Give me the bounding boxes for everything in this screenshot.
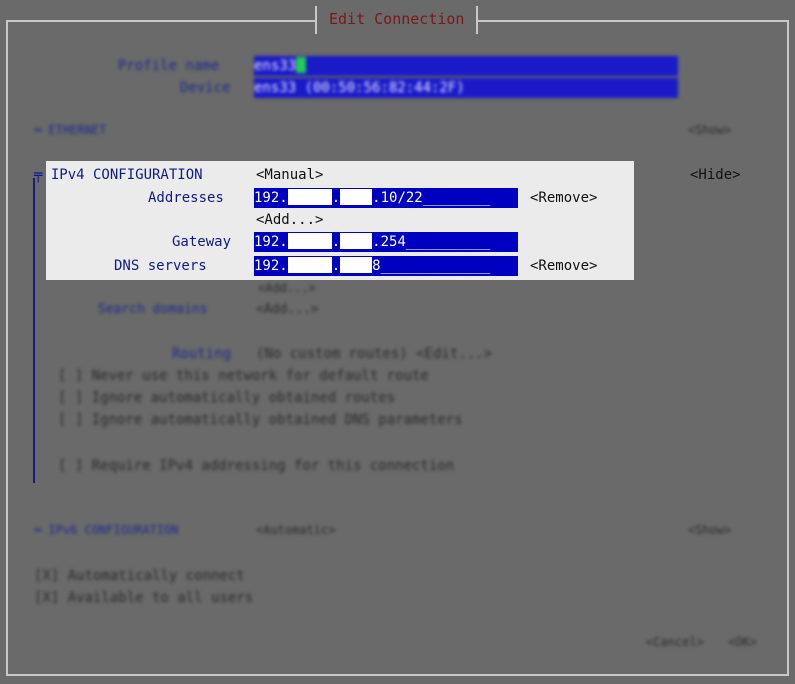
ok-button[interactable]: <OK> — [728, 632, 757, 652]
cancel-button[interactable]: <Cancel> — [646, 632, 704, 652]
title-box: Edit Connection — [315, 6, 479, 34]
ipv4-section-label[interactable]: ╤ IPv4 CONFIGURATION — [34, 165, 203, 185]
search-domains-label: Search domains — [98, 302, 208, 317]
redacted-octet — [287, 189, 332, 205]
dns-add-button[interactable]: <Add...> — [258, 278, 316, 298]
redacted-octet — [340, 257, 373, 273]
address-add-button[interactable]: <Add...> — [256, 210, 323, 230]
addresses-label: Addresses — [148, 190, 224, 206]
redacted-octet — [340, 233, 373, 249]
auto-connect-checkbox[interactable]: [X] Automatically connect — [34, 566, 245, 586]
profile-name-field[interactable]: ens33 — [254, 56, 678, 76]
redacted-octet — [287, 233, 332, 249]
dialog-title: Edit Connection — [329, 10, 465, 28]
never-default-checkbox[interactable]: [ ] Never use this network for default r… — [58, 366, 429, 386]
require-ipv4-checkbox[interactable]: [ ] Require IPv4 addressing for this con… — [58, 456, 454, 476]
address-remove-button[interactable]: <Remove> — [530, 188, 597, 208]
address-field[interactable]: 192.. .10/22________ — [254, 188, 518, 208]
ignore-routes-checkbox[interactable]: [ ] Ignore automatically obtained routes — [58, 388, 395, 408]
all-users-checkbox[interactable]: [X] Available to all users — [34, 588, 253, 608]
ipv4-section-line — [33, 178, 35, 483]
ipv6-mode-select[interactable]: <Automatic> — [256, 520, 335, 540]
device-field[interactable]: ens33 (00:50:56:82:44:2F) — [254, 78, 678, 98]
redacted-octet — [287, 257, 332, 273]
search-domains-add-button[interactable]: <Add...> — [256, 300, 319, 320]
ipv4-hide-button[interactable]: <Hide> — [690, 165, 741, 185]
dns-servers-label: DNS servers — [114, 258, 207, 274]
routing-edit-button[interactable]: (No custom routes) <Edit...> — [256, 344, 492, 364]
dns-remove-button[interactable]: <Remove> — [530, 256, 597, 276]
gateway-label: Gateway — [172, 234, 232, 250]
ipv6-show-button[interactable]: <Show> — [688, 520, 731, 540]
routing-label: Routing — [172, 346, 232, 362]
ipv4-mode-select[interactable]: <Manual> — [256, 165, 323, 185]
ignore-dns-checkbox[interactable]: [ ] Ignore automatically obtained DNS pa… — [58, 410, 463, 430]
terminal-screen: Edit Connection Profile name ens33 Devic… — [0, 0, 795, 684]
device-label: Device — [180, 80, 231, 96]
profile-name-label: Profile name — [118, 58, 220, 74]
ipv6-section[interactable]: ═ IPv6 CONFIGURATION — [34, 520, 179, 540]
gateway-field[interactable]: 192.. .254__________ — [254, 232, 518, 252]
ethernet-section[interactable]: ═ ETHERNET — [34, 120, 106, 140]
dns-field[interactable]: 192.. 8_____________ — [254, 256, 518, 276]
text-cursor — [296, 57, 307, 73]
ethernet-show-button[interactable]: <Show> — [688, 120, 731, 140]
redacted-octet — [340, 189, 373, 205]
